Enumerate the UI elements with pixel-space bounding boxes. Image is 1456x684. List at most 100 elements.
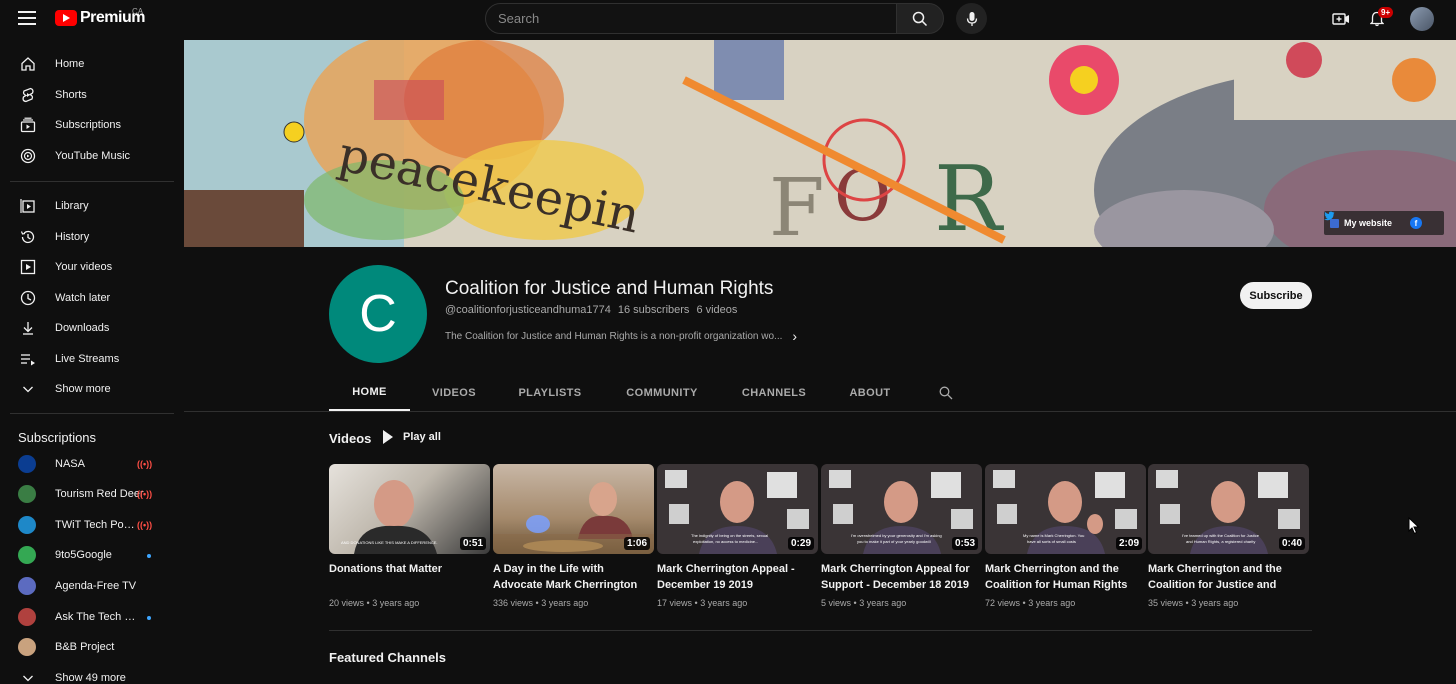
video-title[interactable]: Mark Cherrington and the Coalition for J… [1148,562,1298,593]
video-card[interactable]: My name is Mark Cherrington. You have all… [985,464,1146,608]
tab-videos[interactable]: VIDEOS [414,375,494,411]
sidebar-item-label: Subscriptions [55,119,122,131]
sidebar-divider [10,181,174,182]
sidebar-item-label: Your videos [55,261,113,273]
sidebar-item-label: YouTube Music [55,150,131,162]
channel-handle: @coalitionforjusticeandhuma1774 [445,304,611,316]
video-card[interactable]: 1:06 A Day in the Life with Advocate Mar… [493,464,654,608]
channel-avatar [18,546,36,564]
search-box [485,3,897,34]
channel-description[interactable]: The Coalition for Justice and Human Righ… [445,328,797,344]
video-title[interactable]: Mark Cherrington Appeal for Support - De… [821,562,971,593]
show-more-label: Show 49 more [55,672,126,684]
video-title[interactable]: A Day in the Life with Advocate Mark Che… [493,562,643,593]
channel-avatar [18,577,36,595]
channel-search-icon[interactable] [939,386,953,400]
svg-text:AND DONATIONS LIKE THIS MAKE A: AND DONATIONS LIKE THIS MAKE A DIFFERENC… [341,540,438,545]
website-link[interactable]: My website [1329,218,1392,228]
video-title[interactable]: Mark Cherrington and the Coalition for H… [985,562,1135,593]
sidebar-item-youtube-music[interactable]: YouTube Music [8,141,174,171]
your-videos-icon [20,259,36,275]
subscription-item[interactable]: B&B Project [8,632,174,662]
history-icon [20,229,36,245]
sidebar-item-your-videos[interactable]: Your videos [8,252,174,282]
sidebar-show-more[interactable]: Show more [8,374,174,404]
video-duration: 0:51 [459,537,486,550]
sidebar-item-live-streams[interactable]: Live Streams [8,344,174,374]
twitter-icon[interactable] [1323,211,1438,229]
svg-text:I've teamed up with the Coalit: I've teamed up with the Coalition for Ju… [1182,533,1260,538]
chevron-right-icon: › [792,328,798,344]
sidebar-divider [10,413,174,414]
video-thumbnail[interactable]: My name is Mark Cherrington. You have all… [985,464,1146,554]
video-duration: 0:29 [787,537,814,550]
video-thumbnail[interactable]: AND DONATIONS LIKE THIS MAKE A DIFFERENC… [329,464,490,554]
sidebar-item-label: Library [55,200,89,212]
search-input[interactable] [498,11,884,26]
video-thumbnail[interactable]: I've teamed up with the Coalition for Ju… [1148,464,1309,554]
video-meta: 20 views • 3 years ago [329,598,420,608]
tab-playlists[interactable]: PLAYLISTS [504,375,596,411]
video-thumbnail[interactable]: 1:06 [493,464,654,554]
mouse-cursor-icon [1408,517,1420,535]
channel-banner: peacekeepin F O R My website f [184,40,1456,247]
tab-home[interactable]: HOME [329,375,410,411]
sidebar-item-watch-later[interactable]: Watch later [8,283,174,313]
tab-channels[interactable]: CHANNELS [729,375,819,411]
channel-name: Coalition for Justice and Human Rights [445,278,774,299]
channel-avatar [18,608,36,626]
country-code: CA [132,7,144,16]
video-duration: 0:53 [951,537,978,550]
sidebar-item-downloads[interactable]: Downloads [8,313,174,343]
video-card[interactable]: I'm overwhelmed by your generosity and I… [821,464,982,608]
sidebar-item-history[interactable]: History [8,222,174,252]
sidebar-item-shorts[interactable]: Shorts [8,80,174,110]
video-card[interactable]: The indignity of being on the streets, s… [657,464,818,608]
video-card[interactable]: I've teamed up with the Coalition for Ju… [1148,464,1309,608]
menu-icon[interactable] [18,11,36,25]
new-content-dot [147,616,151,620]
svg-text:My name is Mark Cherrington. Y: My name is Mark Cherrington. You [1023,533,1084,538]
video-thumbnail[interactable]: I'm overwhelmed by your generosity and I… [821,464,982,554]
search-button[interactable] [896,3,944,34]
download-icon [20,320,36,336]
voice-search-button[interactable] [956,3,987,34]
live-indicator-icon: ((•)) [137,459,153,469]
live-indicator-icon: ((•)) [137,520,153,530]
sidebar-item-library[interactable]: Library [8,191,174,221]
tab-about[interactable]: ABOUT [834,375,906,411]
shorts-icon [20,87,36,103]
subscribe-button[interactable]: Subscribe [1240,282,1312,309]
channel-avatar-large[interactable]: C [329,265,427,363]
tab-community[interactable]: COMMUNITY [612,375,712,411]
video-title[interactable]: Donations that Matter [329,562,479,593]
video-meta: 72 views • 3 years ago [985,598,1076,608]
account-avatar[interactable] [1410,7,1434,31]
video-card[interactable]: AND DONATIONS LIKE THIS MAKE A DIFFERENC… [329,464,490,608]
channel-tabs: HOME VIDEOS PLAYLISTS COMMUNITY CHANNELS… [184,375,1456,412]
subscription-item[interactable]: Agenda-Free TV [8,571,174,601]
facebook-icon[interactable]: f [1410,217,1422,229]
video-meta: 336 views • 3 years ago [493,598,589,608]
svg-text:you to make it part of your ye: you to make it part of your yearly goodw… [857,539,931,544]
channel-avatar [18,638,36,656]
sidebar-item-label: Downloads [55,322,110,334]
video-duration: 0:40 [1278,537,1305,550]
show-more-subscriptions[interactable]: Show 49 more [8,663,174,684]
create-button[interactable] [1330,8,1352,30]
video-meta: 17 views • 3 years ago [657,598,748,608]
sidebar: Home Shorts Subscriptions YouTube Music … [0,38,183,684]
sidebar-item-home[interactable]: Home [8,49,174,79]
play-all-button[interactable]: Play all [383,430,441,444]
featured-channels-title: Featured Channels [329,650,447,665]
video-count: 6 videos [696,304,738,316]
subscription-label: NASA [55,458,85,470]
svg-text:F: F [769,161,825,247]
video-title[interactable]: Mark Cherrington Appeal - December 19 20… [657,562,807,593]
youtube-channel-page: Premium CA 9+ Home Shorts [0,0,1456,684]
sidebar-item-subscriptions[interactable]: Subscriptions [8,110,174,140]
video-thumbnail[interactable]: The indignity of being on the streets, s… [657,464,818,554]
sidebar-item-label: Home [55,58,85,70]
notification-badge: 9+ [1378,7,1394,18]
banner-links: My website f [1323,211,1444,235]
